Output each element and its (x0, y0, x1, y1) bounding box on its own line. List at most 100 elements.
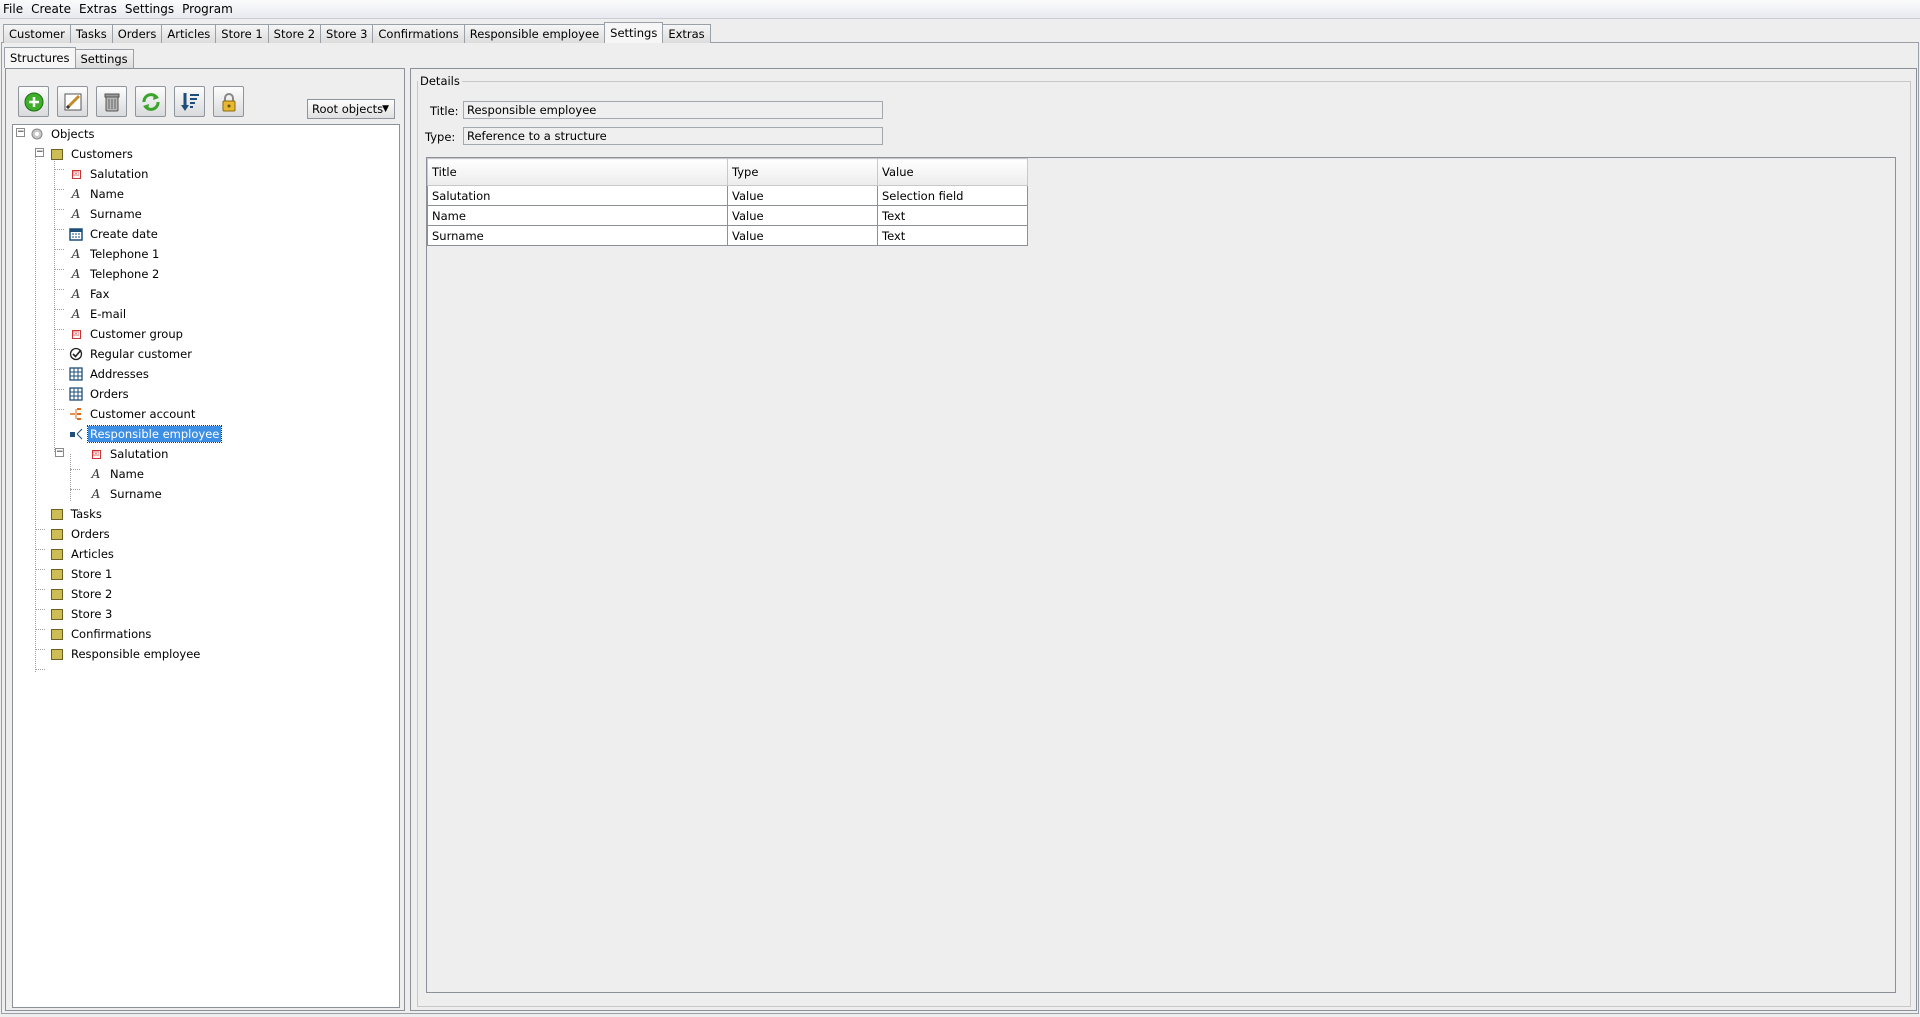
collapse-objects-toggle[interactable]: − (16, 128, 25, 137)
table-icon (69, 367, 83, 381)
tree-node-resp-name[interactable]: A Name (89, 465, 146, 483)
lock-button[interactable] (213, 86, 244, 117)
details-panel: Details Title: Responsible employee Type… (410, 68, 1917, 1011)
folder-icon (50, 607, 64, 621)
refresh-button[interactable] (135, 86, 166, 117)
text-field-icon: A (91, 467, 101, 481)
folder-icon (50, 527, 64, 541)
add-button[interactable] (18, 86, 49, 117)
column-header-type[interactable]: Type (727, 158, 878, 186)
tree-node-label: Store 1 (71, 567, 113, 581)
menu-bar: File Create Extras Settings Program (0, 0, 1920, 19)
table-cell: Salutation (427, 185, 728, 206)
table-cell: Value (727, 225, 878, 246)
tree-node-label: Addresses (90, 367, 149, 381)
sort-button[interactable] (174, 86, 205, 117)
collapse-responsible-toggle[interactable]: − (55, 448, 64, 457)
tab-settings[interactable]: Settings (604, 22, 664, 43)
tab-structures[interactable]: Structures (4, 47, 76, 68)
structures-panel: Root objects ▼ − − − Objects Customers ☒… (5, 68, 405, 1011)
folder-icon (50, 567, 64, 581)
tab-articles[interactable]: Articles (161, 24, 217, 43)
root-objects-select[interactable]: Root objects ▼ (307, 99, 395, 119)
tree-node-objects[interactable]: Objects (30, 125, 96, 143)
fields-table[interactable]: Title Type Value Salutation Value Select… (427, 158, 1028, 246)
tree-node-label: Orders (90, 387, 129, 401)
tab-store-2[interactable]: Store 2 (267, 24, 322, 43)
text-field-icon: A (91, 487, 101, 501)
sort-icon (180, 92, 199, 111)
structure-tree[interactable]: − − − Objects Customers ☒ Salutation A N… (12, 124, 400, 1008)
tree-node-fax[interactable]: A Fax (69, 285, 111, 303)
tree-node-responsible-employee[interactable]: Responsible employee (69, 425, 223, 443)
tree-node-resp-salutation[interactable]: ☒ Salutation (89, 445, 170, 463)
tree-node-email[interactable]: A E-mail (69, 305, 128, 323)
menu-settings[interactable]: Settings (121, 2, 178, 16)
tab-sub-settings[interactable]: Settings (74, 49, 134, 68)
details-title: Details (418, 74, 462, 88)
tree-node-surname[interactable]: A Surname (69, 205, 144, 223)
tree-node-label: Tasks (71, 507, 102, 521)
edit-button[interactable] (57, 86, 88, 117)
type-field[interactable]: Reference to a structure (463, 127, 883, 145)
table-cell: Text (877, 205, 1028, 226)
table-row[interactable]: Surname Value Text (427, 225, 1028, 246)
tab-responsible-employee[interactable]: Responsible employee (463, 24, 606, 43)
text-field-icon: A (71, 287, 81, 301)
tab-store-1[interactable]: Store 1 (215, 24, 269, 43)
tree-node-store-3[interactable]: Store 3 (50, 605, 114, 623)
text-field-icon: A (71, 187, 81, 201)
table-cell: Value (727, 205, 878, 226)
tree-node-resp-surname[interactable]: A Surname (89, 485, 164, 503)
tree-node-customer-account[interactable]: Customer account (69, 405, 197, 423)
delete-button[interactable] (96, 86, 127, 117)
tree-node-label: Orders (71, 527, 110, 541)
tree-node-addresses[interactable]: Addresses (69, 365, 151, 383)
calendar-icon (69, 227, 83, 241)
selection-field-icon: ☒ (91, 449, 101, 459)
tree-node-articles[interactable]: Articles (50, 545, 116, 563)
text-field-icon: A (71, 267, 81, 281)
folder-icon (50, 547, 64, 561)
collapse-customers-toggle[interactable]: − (35, 148, 44, 157)
tree-node-label: Responsible employee (86, 425, 223, 443)
tree-node-customer-group[interactable]: ☒ Customer group (69, 325, 185, 343)
column-header-title[interactable]: Title (427, 158, 728, 186)
menu-extras[interactable]: Extras (75, 2, 121, 16)
tree-node-label: Create date (90, 227, 158, 241)
title-field[interactable]: Responsible employee (463, 101, 883, 119)
tree-node-label: Customers (71, 147, 133, 161)
table-row[interactable]: Salutation Value Selection field (427, 185, 1028, 206)
menu-create[interactable]: Create (27, 2, 75, 16)
tree-node-label: Telephone 2 (90, 267, 160, 281)
tree-node-responsible-employee-root[interactable]: Responsible employee (50, 645, 202, 663)
tree-node-tasks[interactable]: Tasks (50, 505, 104, 523)
tree-node-telephone-1[interactable]: A Telephone 1 (69, 245, 161, 263)
tab-store-3[interactable]: Store 3 (320, 24, 374, 43)
tree-node-customers[interactable]: Customers (50, 145, 135, 163)
tree-node-orders-root[interactable]: Orders (50, 525, 112, 543)
table-row[interactable]: Name Value Text (427, 205, 1028, 226)
tree-node-label: Telephone 1 (90, 247, 160, 261)
reference-icon (69, 427, 83, 441)
tab-confirmations[interactable]: Confirmations (372, 24, 465, 43)
column-header-value[interactable]: Value (877, 158, 1028, 186)
menu-program[interactable]: Program (178, 2, 237, 16)
tree-node-store-2[interactable]: Store 2 (50, 585, 114, 603)
tree-node-label: Customer group (90, 327, 183, 341)
tree-node-store-1[interactable]: Store 1 (50, 565, 114, 583)
tab-extras[interactable]: Extras (662, 24, 711, 43)
tree-node-confirmations[interactable]: Confirmations (50, 625, 153, 643)
tree-node-telephone-2[interactable]: A Telephone 2 (69, 265, 161, 283)
tree-node-create-date[interactable]: Create date (69, 225, 160, 243)
refresh-icon (142, 92, 159, 111)
tree-node-orders[interactable]: Orders (69, 385, 131, 403)
tab-customer[interactable]: Customer (3, 24, 71, 43)
tab-tasks[interactable]: Tasks (69, 24, 113, 43)
folder-icon (50, 507, 64, 521)
tree-node-salutation[interactable]: ☒ Salutation (69, 165, 150, 183)
tab-orders[interactable]: Orders (111, 24, 163, 43)
tree-node-name[interactable]: A Name (69, 185, 126, 203)
menu-file[interactable]: File (0, 2, 27, 16)
tree-node-regular-customer[interactable]: Regular customer (69, 345, 194, 363)
